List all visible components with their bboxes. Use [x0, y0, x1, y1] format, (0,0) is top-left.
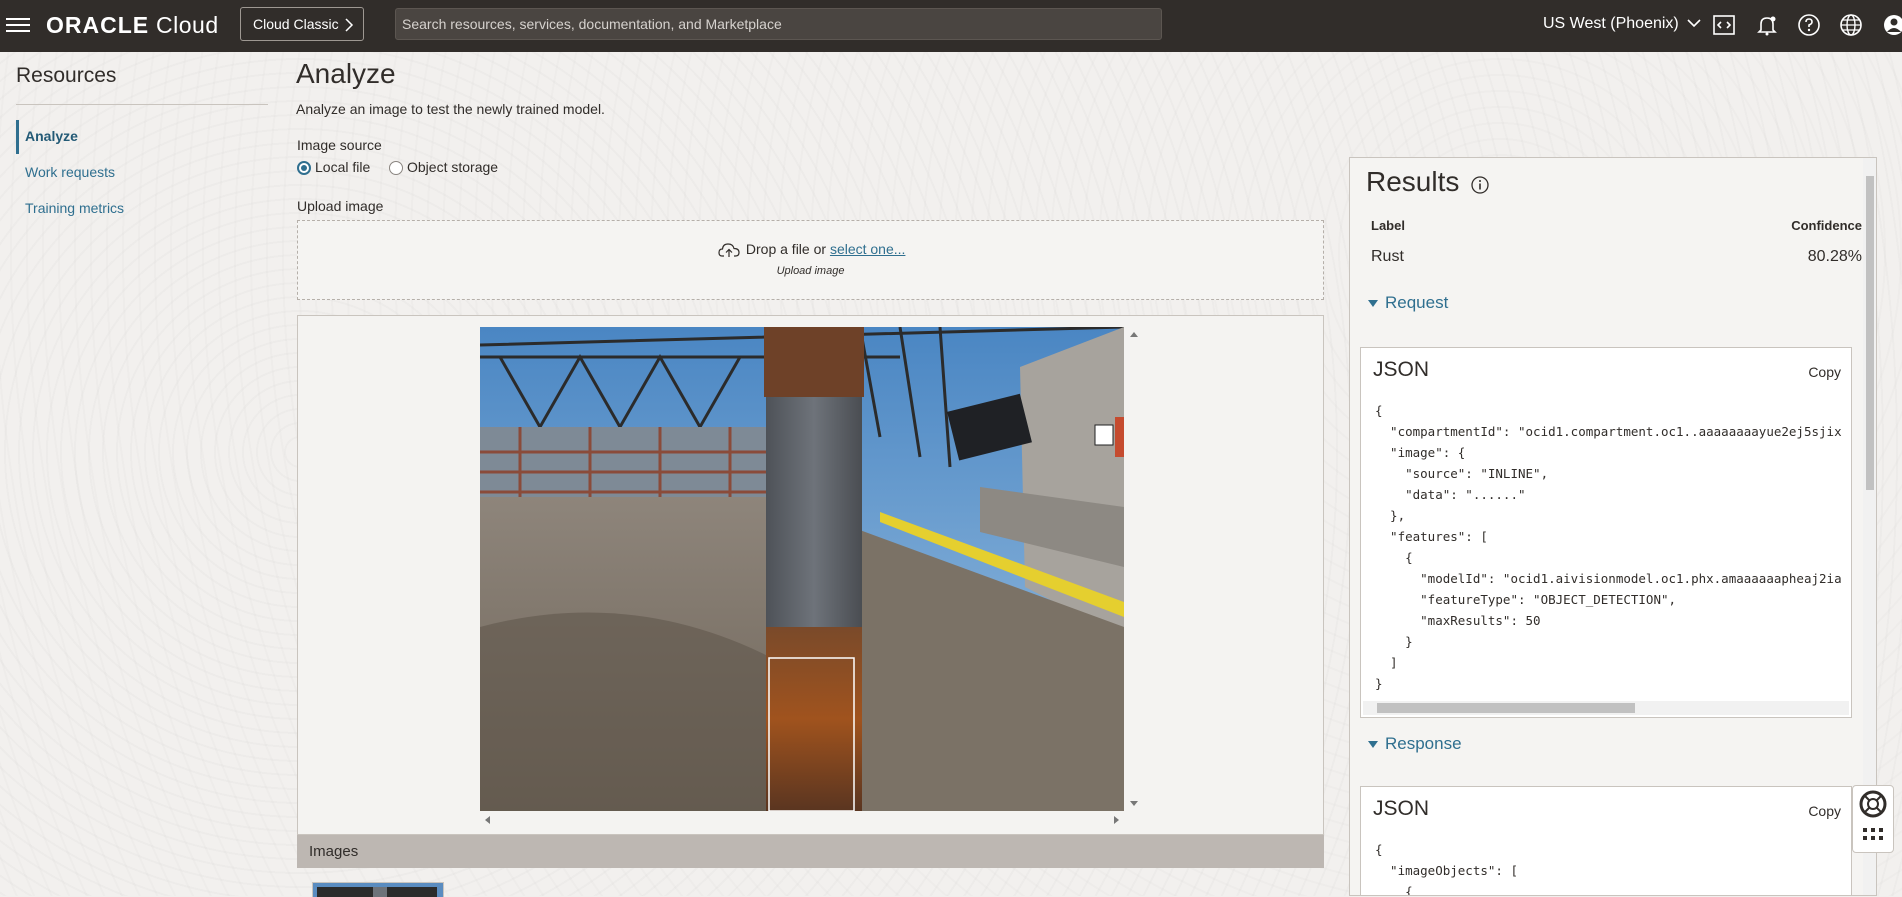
image-viewer	[297, 315, 1324, 835]
response-json-code: { "imageObjects": [ {	[1375, 842, 1518, 896]
user-icon[interactable]	[1882, 13, 1902, 37]
drop-instruction: Drop a file or	[745, 241, 827, 257]
request-toggle-label: Request	[1385, 293, 1449, 312]
upload-image-label: Upload image	[297, 198, 384, 214]
chevron-right-icon	[345, 18, 354, 32]
sidebar-item-work-requests[interactable]: Work requests	[25, 164, 115, 180]
cloud-classic-label: Cloud Classic	[253, 16, 339, 32]
drop-text: Drop a file or select one...	[718, 241, 905, 258]
caret-down-icon	[1368, 741, 1378, 749]
image-source-label: Image source	[297, 137, 382, 153]
sidebar-item-training-metrics[interactable]: Training metrics	[25, 200, 124, 216]
thumbnail-image	[313, 883, 443, 897]
region-label: US West (Phoenix)	[1543, 15, 1679, 32]
request-horizontal-scrollbar[interactable]	[1363, 701, 1849, 715]
images-section-header: Images	[297, 835, 1324, 868]
request-toggle[interactable]: Request	[1368, 293, 1448, 313]
label-column-header: Label	[1371, 218, 1405, 233]
results-title: Results	[1366, 166, 1460, 197]
object-storage-radio[interactable]	[389, 161, 403, 175]
results-panel: Results Label Confidence Rust 80.28% Req…	[1349, 157, 1877, 896]
caret-down-icon	[1368, 300, 1378, 308]
globe-icon[interactable]	[1839, 13, 1863, 37]
request-json-title: JSON	[1373, 358, 1430, 381]
oracle-cloud-logo[interactable]: ORACLE Cloud	[46, 12, 219, 39]
lifebuoy-icon	[1859, 790, 1887, 840]
chevron-down-icon	[1687, 19, 1701, 28]
resources-heading: Resources	[16, 64, 117, 87]
local-file-radio[interactable]	[297, 161, 311, 175]
divider	[16, 104, 268, 105]
cloud-classic-button[interactable]: Cloud Classic	[240, 7, 364, 41]
region-selector[interactable]: US West (Phoenix)	[1543, 15, 1701, 33]
select-file-link[interactable]: select one...	[830, 241, 906, 257]
response-copy-button[interactable]: Copy	[1808, 803, 1841, 819]
search-input[interactable]: Search resources, services, documentatio…	[395, 8, 1162, 40]
response-toggle[interactable]: Response	[1368, 734, 1462, 754]
request-copy-button[interactable]: Copy	[1808, 364, 1841, 380]
page-subtitle: Analyze an image to test the newly train…	[296, 101, 605, 117]
result-label-cell: Rust	[1371, 248, 1404, 265]
analyzed-photo	[480, 327, 1124, 811]
info-icon[interactable]	[1471, 176, 1489, 194]
confidence-column-header: Confidence	[1791, 218, 1862, 233]
hamburger-menu-icon[interactable]	[6, 14, 30, 36]
request-json-code: { "compartmentId": "ocid1.compartment.oc…	[1375, 403, 1842, 691]
help-icon[interactable]	[1797, 13, 1821, 37]
help-widget[interactable]	[1852, 785, 1894, 853]
image-thumbnail[interactable]	[312, 882, 444, 897]
drop-hint: Upload image	[776, 265, 845, 277]
viewer-horizontal-scrollbar[interactable]	[480, 813, 1124, 827]
bell-icon[interactable]	[1755, 13, 1779, 37]
response-json-title: JSON	[1373, 797, 1430, 820]
local-file-label[interactable]: Local file	[315, 159, 370, 175]
result-confidence-cell: 80.28%	[1807, 248, 1862, 265]
code-editor-icon[interactable]	[1712, 13, 1736, 37]
active-nav-indicator	[16, 120, 19, 154]
page-title: Analyze	[296, 58, 396, 89]
request-json-card: JSON Copy { "compartmentId": "ocid1.comp…	[1360, 347, 1852, 718]
response-toggle-label: Response	[1385, 734, 1462, 753]
file-drop-zone[interactable]: Drop a file or select one... Upload imag…	[297, 220, 1324, 300]
viewer-vertical-scrollbar[interactable]	[1128, 327, 1140, 811]
cloud-upload-icon	[718, 243, 740, 258]
top-navigation-bar: ORACLE Cloud Cloud Classic Search resour…	[0, 0, 1902, 52]
response-json-card: JSON Copy { "imageObjects": [ {	[1360, 786, 1852, 896]
object-storage-label[interactable]: Object storage	[407, 159, 498, 175]
sidebar-item-analyze[interactable]: Analyze	[25, 128, 78, 144]
